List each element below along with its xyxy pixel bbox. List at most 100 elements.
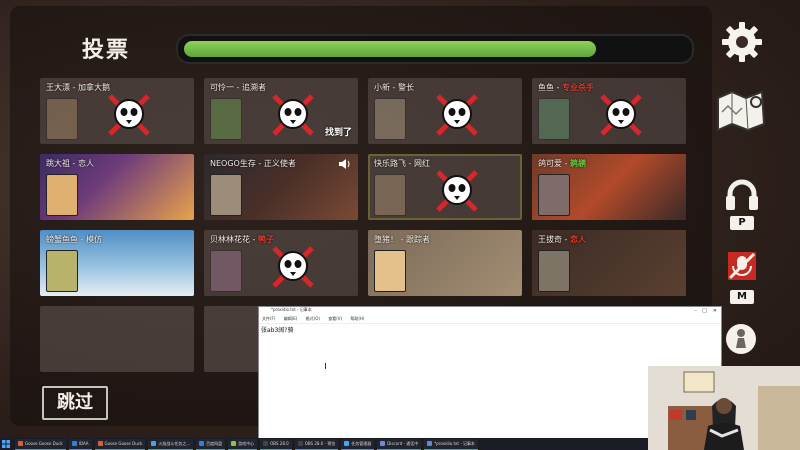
headphones-icon[interactable]	[724, 178, 760, 212]
pawn-icon[interactable]	[724, 322, 758, 356]
taskbar-item[interactable]: 火焰战斗任务之...	[148, 438, 194, 450]
name-role-separator: -	[390, 83, 398, 92]
name-role-separator: -	[78, 235, 86, 244]
taskbar-item[interactable]: OBS 28.0	[260, 438, 292, 450]
dead-skull-icon	[108, 94, 150, 136]
mute-key-badge: M	[730, 290, 754, 304]
player-card[interactable]: 快乐路飞 - 网红	[368, 154, 522, 220]
taskbar-item[interactable]: Discord - 通话中	[377, 438, 422, 450]
taskbar-item-label: 任务管理器	[351, 440, 372, 446]
player-label: 螃蟹鱼鱼 - 模仿	[46, 234, 102, 245]
player-avatar	[374, 174, 406, 216]
player-name: 小新	[374, 83, 390, 92]
player-avatar	[210, 98, 242, 140]
player-name: NEOGO生存	[210, 159, 256, 168]
notepad-text-area[interactable]: 张ab3阔?骑	[261, 325, 294, 334]
player-avatar	[46, 250, 78, 292]
name-role-separator: -	[250, 235, 258, 244]
player-role: 正义使者	[263, 159, 296, 168]
app-icon	[344, 441, 350, 446]
taskbar-item-label: Goose Goose Duck	[25, 441, 63, 446]
taskbar-items: Goose Goose Duck IDAA Goose Goose Duck 火焰战斗…	[12, 438, 478, 450]
name-role-separator: -	[406, 159, 414, 168]
player-name: 跳大祖	[46, 159, 70, 168]
app-icon	[151, 441, 157, 446]
vote-title: 投票	[82, 38, 131, 63]
name-role-separator: -	[562, 235, 570, 244]
menu-edit[interactable]: 编辑(E)	[284, 316, 298, 321]
taskbar-item-label: OBS 28.0	[270, 441, 289, 446]
taskbar-item-label: 百度网盘	[206, 440, 223, 446]
player-avatar	[538, 98, 570, 140]
taskbar-item-label: 游戏中心	[238, 440, 255, 446]
notepad-menubar: 文件(F) 编辑(E) 格式(O) 查看(V) 帮助(H)	[259, 316, 721, 324]
menu-format[interactable]: 格式(O)	[306, 316, 320, 321]
vote-timer-fill	[184, 41, 596, 57]
player-card[interactable]: NEOGO生存 - 正义使者	[204, 154, 358, 220]
taskbar-item[interactable]: Goose Goose Duck	[94, 438, 146, 450]
start-button[interactable]	[0, 438, 12, 450]
player-card[interactable]: 可怜一 - 追溯者 找到了	[204, 78, 358, 144]
player-label: NEOGO生存 - 正义使者	[210, 158, 296, 169]
muted-mic-icon[interactable]	[724, 248, 760, 284]
player-card[interactable]: 鱼鱼 - 专业杀手	[532, 78, 686, 144]
player-label: 鱼鱼 - 专业杀手	[538, 82, 594, 93]
taskbar-item[interactable]: OBS 28.0 - 预览	[294, 438, 339, 450]
name-role-separator: -	[398, 235, 406, 244]
taskbar-item-label: 火焰战斗任务之...	[158, 440, 191, 446]
taskbar-item[interactable]: Goose Goose Duck	[15, 438, 66, 450]
taskbar-item[interactable]: 游戏中心	[228, 438, 258, 450]
app-icon	[297, 441, 303, 446]
skip-vote-button[interactable]: 跳过	[42, 386, 108, 420]
windows-logo-icon	[2, 440, 10, 448]
taskbar-item[interactable]: IDAA	[68, 438, 92, 450]
player-label: 跳大祖 - 恋人	[46, 158, 94, 169]
player-card[interactable]: 王大漂 - 加拿大鹅	[40, 78, 194, 144]
app-icon	[18, 441, 23, 446]
player-name: 鱼鱼	[538, 83, 554, 92]
player-name: 王拔奇	[538, 235, 562, 244]
notepad-title: *proxidio.txt - 记事本	[271, 307, 312, 312]
dead-skull-icon	[436, 94, 478, 136]
app-icon	[199, 441, 205, 446]
player-label: 王拔奇 - 恋人	[538, 234, 586, 245]
player-avatar	[374, 250, 406, 292]
player-name: 贝林林花花	[210, 235, 250, 244]
maximize-button[interactable]: □	[702, 308, 707, 314]
player-role: 专业杀手	[561, 83, 594, 92]
player-label: 鸽可爱 - 鹈鹕	[538, 158, 586, 169]
app-icon	[427, 441, 433, 446]
player-card[interactable]: 螃蟹鱼鱼 - 模仿	[40, 230, 194, 296]
player-card[interactable]: 小新 - 警长	[368, 78, 522, 144]
player-role: 追溯者	[241, 83, 266, 92]
player-role: 鹈鹕	[569, 159, 586, 168]
menu-view[interactable]: 查看(V)	[328, 316, 342, 321]
player-card[interactable]: 贝林林花花 - 鸭子	[204, 230, 358, 296]
taskbar-item[interactable]: *proxidio.txt - 记事本	[424, 438, 478, 450]
taskbar-item[interactable]: 百度网盘	[196, 438, 226, 450]
app-icon	[380, 441, 386, 446]
player-name: 螃蟹鱼鱼	[46, 235, 78, 244]
player-card[interactable]: 王拔奇 - 恋人	[532, 230, 686, 296]
player-card[interactable]: 堕猪！ - 跟踪者	[368, 230, 522, 296]
menu-file[interactable]: 文件(F)	[262, 316, 275, 321]
player-card[interactable]: 鸽可爱 - 鹈鹕	[532, 154, 686, 220]
player-name: 可怜一	[210, 83, 234, 92]
notepad-titlebar[interactable]: *proxidio.txt - 记事本 – □ ✕	[259, 307, 721, 316]
taskbar-item-label: OBS 28.0 - 预览	[304, 440, 336, 446]
player-card[interactable]: 跳大祖 - 恋人	[40, 154, 194, 220]
menu-help[interactable]: 帮助(H)	[350, 316, 364, 321]
vote-timer-bar	[176, 34, 694, 64]
minimize-button[interactable]: –	[695, 308, 698, 314]
map-icon[interactable]	[714, 88, 770, 132]
player-name: 鸽可爱	[538, 159, 562, 168]
settings-gear-icon[interactable]	[720, 20, 764, 64]
player-name: 快乐路飞	[374, 159, 406, 168]
player-avatar	[538, 174, 570, 216]
player-name: 王大漂	[46, 83, 70, 92]
player-role: 网红	[413, 159, 430, 168]
player-name: 堕猪！	[374, 235, 398, 244]
close-button[interactable]: ✕	[713, 308, 717, 314]
player-role: 加拿大鹅	[77, 83, 110, 92]
taskbar-item[interactable]: 任务管理器	[341, 438, 375, 450]
